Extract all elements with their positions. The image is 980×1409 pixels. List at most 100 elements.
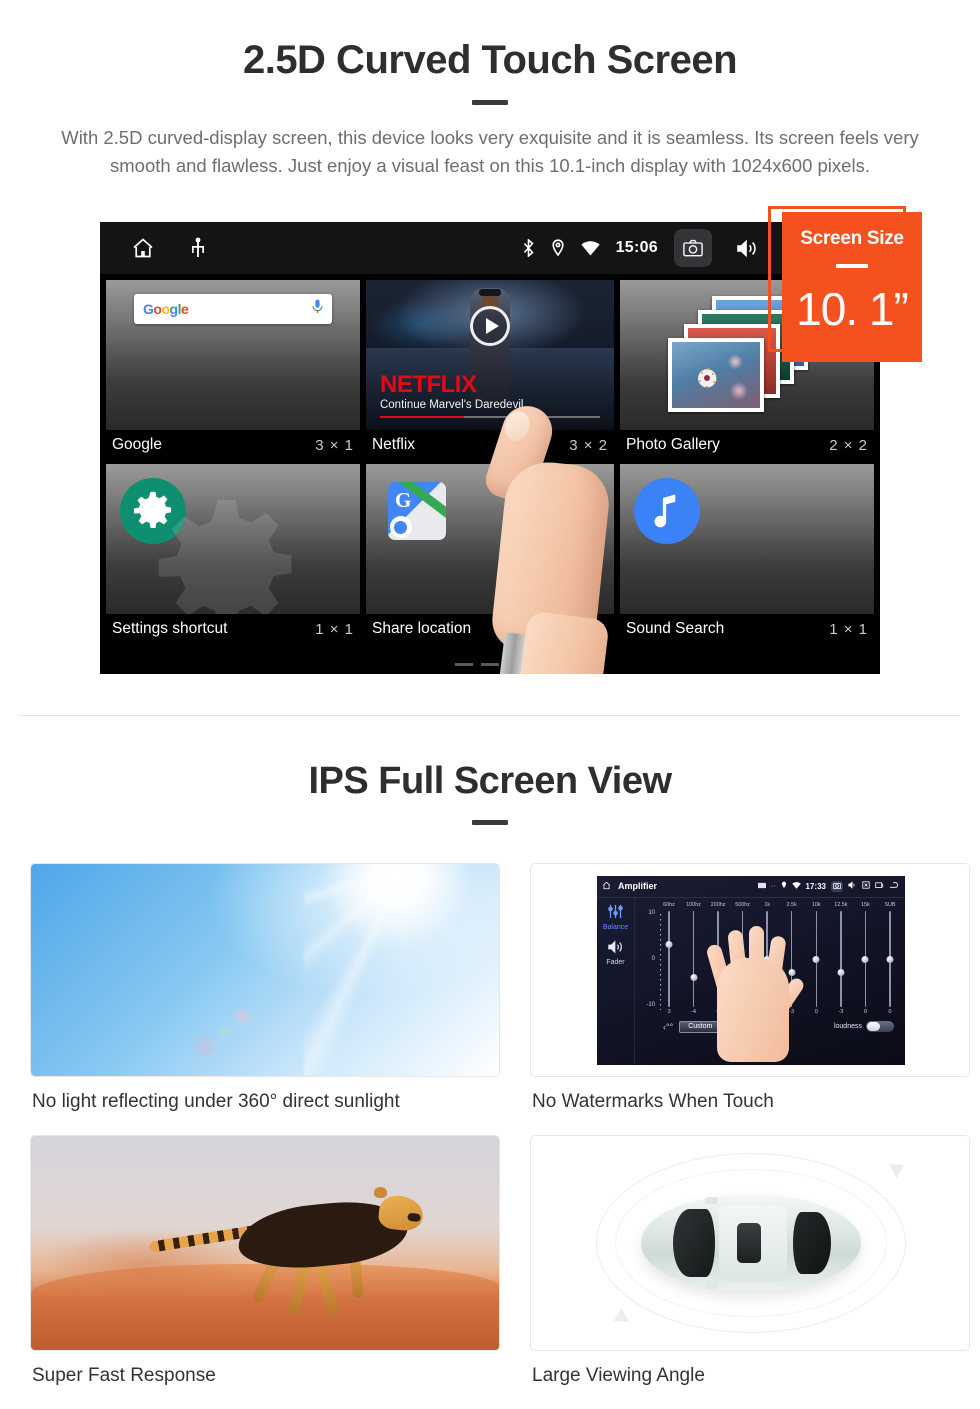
- cheetah-card: [30, 1135, 500, 1351]
- amplifier-tab-balance[interactable]: Balance: [603, 924, 628, 931]
- amplifier-clock: 17:33: [805, 881, 826, 891]
- screen-size-badge: Screen Size 10. 1”: [782, 212, 922, 362]
- feature-item-viewing-angle: Large Viewing Angle: [530, 1135, 970, 1409]
- camera-icon[interactable]: [674, 229, 712, 267]
- band-slider[interactable]: [684, 910, 704, 1007]
- ips-full-screen-section: IPS Full Screen View No light reflecting…: [0, 716, 980, 1409]
- netflix-subtitle: Continue Marvel's Daredevil: [379, 399, 524, 411]
- widget-row-1: Google Google 3 × 1 NETFLIX Continue Mar…: [106, 280, 874, 464]
- widget-picker: Google Google 3 × 1 NETFLIX Continue Mar…: [100, 274, 880, 674]
- loudness-toggle[interactable]: [866, 1021, 894, 1032]
- android-status-bar: 15:06: [100, 222, 880, 274]
- google-search-bar[interactable]: Google: [134, 294, 332, 324]
- band-label: 1k: [764, 901, 771, 908]
- volume-icon[interactable]: [728, 229, 766, 267]
- widget-row-2: Settings shortcut 1 × 1 G Share location: [106, 464, 874, 648]
- feature-item-sunlight: No light reflecting under 360° direct su…: [30, 863, 500, 1135]
- band-label: 200hz: [710, 901, 726, 908]
- rear-window: [793, 1212, 831, 1274]
- amplifier-image-wrap: Amplifier ·· 17:33 Balance Fader 10 0 -1…: [531, 864, 969, 1076]
- widget-label: Share location: [371, 620, 472, 637]
- usb-icon[interactable]: [190, 237, 206, 259]
- amp-camera-icon[interactable]: [831, 880, 843, 892]
- amplifier-tab-fader[interactable]: Fader: [606, 959, 624, 966]
- amp-close-icon[interactable]: [862, 881, 870, 891]
- section-two-title: IPS Full Screen View: [308, 760, 672, 802]
- widget-sound-search-thumb: [620, 464, 874, 614]
- band-value: 0: [814, 1008, 818, 1015]
- amp-back-icon[interactable]: [889, 881, 900, 891]
- cheetah-head: [377, 1193, 425, 1233]
- car-illustration: [641, 1195, 861, 1291]
- amplifier-scale: 10 0 -10: [637, 910, 661, 1012]
- maps-person-pin-icon: [389, 516, 412, 538]
- widget-settings-shortcut[interactable]: Settings shortcut 1 × 1: [106, 464, 360, 648]
- widget-label: Google: [112, 436, 162, 453]
- netflix-progress-bar: [379, 415, 601, 418]
- section-description: With 2.5D curved-display screen, this de…: [61, 127, 919, 176]
- amp-recents-icon[interactable]: [875, 881, 884, 891]
- mic-icon[interactable]: [312, 299, 323, 319]
- palm: [717, 957, 789, 1062]
- sunlight-sky-image: [31, 864, 499, 1076]
- band-value: 3: [667, 1008, 671, 1015]
- widget-google-meta: Google 3 × 1: [106, 430, 360, 464]
- gear-watermark-icon: [152, 493, 302, 614]
- widget-share-location-thumb: G: [365, 464, 615, 614]
- amp-volume-icon[interactable]: [848, 881, 857, 891]
- home-icon[interactable]: [130, 236, 156, 260]
- character-hat: [479, 289, 501, 296]
- loudness-control[interactable]: loudness: [834, 1021, 894, 1032]
- photo-frame-blossom: [668, 338, 765, 412]
- amp-dots-icon: ··: [770, 882, 776, 890]
- amplifier-sidebar: Balance Fader: [597, 897, 635, 1065]
- equalizer-sliders-icon[interactable]: [607, 904, 624, 921]
- amplifier-equalizer-screenshot: Amplifier ·· 17:33 Balance Fader 10 0 -1…: [597, 875, 905, 1065]
- scale-bottom: -10: [646, 1001, 655, 1008]
- rotation-arrow-bottom: [610, 1307, 629, 1329]
- google-maps-icon: G: [387, 482, 446, 540]
- page-indicator[interactable]: [455, 663, 525, 666]
- caption-watermarks: No Watermarks When Touch: [532, 1091, 774, 1112]
- widget-google-thumb: Google: [106, 280, 360, 430]
- page-title: 2.5D Curved Touch Screen: [242, 38, 738, 82]
- badge-title: Screen Size: [800, 228, 904, 249]
- band-label: SUB: [884, 901, 896, 908]
- badge-underline: [836, 264, 868, 268]
- band-slider[interactable]: [855, 910, 875, 1007]
- sunlight-card: [30, 863, 500, 1077]
- amplifier-touching-hand: [705, 914, 807, 1064]
- band-slider[interactable]: [880, 910, 900, 1007]
- band-slider[interactable]: [831, 910, 851, 1007]
- caption-fast-response: Super Fast Response: [32, 1365, 216, 1386]
- widget-netflix-meta: Netflix 3 × 2: [366, 430, 614, 464]
- running-cheetah-image: [31, 1136, 499, 1350]
- page-dot-active[interactable]: [507, 663, 525, 666]
- rotation-arrow-top: [889, 1157, 908, 1179]
- band-slider[interactable]: [659, 910, 679, 1007]
- widget-google[interactable]: Google Google 3 × 1: [106, 280, 360, 464]
- amplifier-back-button[interactable]: ‹°°: [663, 1022, 673, 1032]
- widget-settings-thumb: [106, 464, 360, 614]
- status-bar-clock: 15:06: [615, 239, 658, 256]
- maps-g-letter: G: [394, 488, 412, 512]
- amplifier-band-labels: 60hz 100hz 200hz 500hz 1k 2.5k 10k 12.5k…: [639, 902, 900, 908]
- widget-share-location[interactable]: G Share location 1 × 1: [365, 464, 615, 648]
- page-dot[interactable]: [481, 663, 499, 666]
- amp-home-icon[interactable]: [602, 881, 611, 892]
- page-dot[interactable]: [455, 663, 473, 666]
- band-label: 12.5k: [834, 901, 848, 908]
- band-slider[interactable]: [806, 910, 826, 1007]
- band-label: 2.5k: [786, 901, 797, 908]
- widget-netflix[interactable]: NETFLIX Continue Marvel's Daredevil Netf…: [365, 280, 615, 464]
- band-value: -4: [691, 1008, 697, 1015]
- location-icon: [551, 239, 565, 257]
- play-icon[interactable]: [470, 306, 510, 346]
- widget-sound-search[interactable]: Sound Search 1 × 1: [620, 464, 874, 648]
- car-top-view-image: [531, 1136, 969, 1350]
- speaker-icon[interactable]: [607, 940, 624, 956]
- band-value: 0: [863, 1008, 867, 1015]
- bluetooth-icon: [522, 239, 535, 257]
- amplifier-title: Amplifier: [618, 881, 658, 891]
- caption-sunlight: No light reflecting under 360° direct su…: [32, 1091, 400, 1112]
